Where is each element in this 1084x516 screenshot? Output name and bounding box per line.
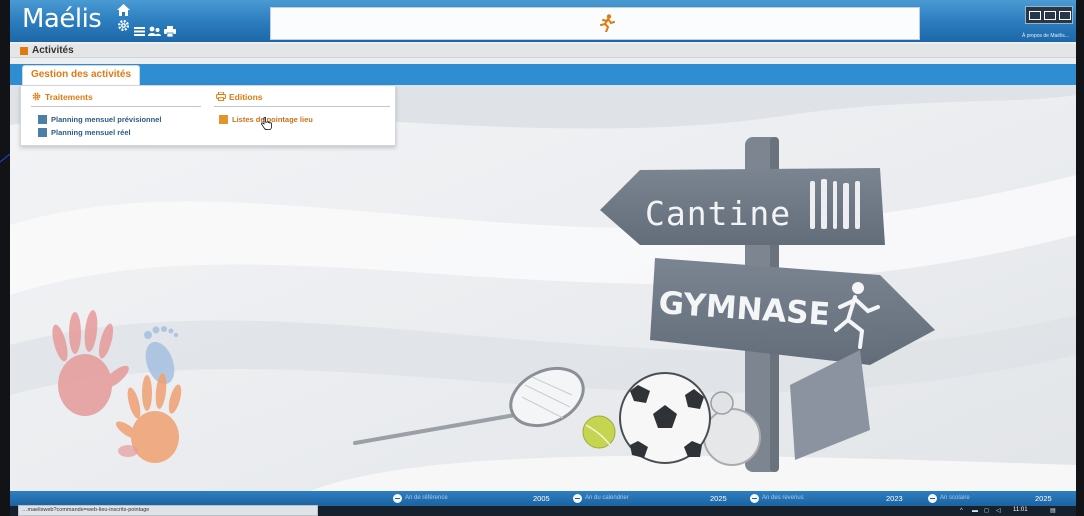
year-value[interactable]: 2025	[710, 493, 727, 504]
menu-item-planning-reel[interactable]: Planning mensuel réel	[51, 127, 131, 138]
gear-icon	[32, 92, 41, 101]
home-icon[interactable]	[117, 4, 130, 16]
printer-icon	[216, 92, 226, 101]
tennis-ball	[582, 415, 616, 449]
notification-icon[interactable]: ▤	[1050, 507, 1056, 515]
year-selector-icon[interactable]	[393, 494, 402, 503]
menu-section-divider	[31, 106, 201, 107]
menu-section-traitements: Traitements	[45, 92, 93, 102]
breadcrumb: Activités	[10, 44, 1076, 58]
menu-section-divider	[214, 106, 390, 107]
app-screen: Maélis À propos de Maélis... Activités G…	[10, 0, 1076, 516]
menu-icon[interactable]	[134, 27, 145, 36]
runner-icon[interactable]	[599, 14, 615, 32]
display-icon[interactable]: ◻	[984, 507, 989, 515]
year-selector-icon[interactable]	[928, 494, 937, 503]
window-icon[interactable]	[1059, 11, 1071, 20]
users-icon[interactable]	[148, 26, 161, 36]
year-value[interactable]: 2023	[886, 493, 903, 504]
window-icon[interactable]	[1029, 11, 1041, 20]
year-label: An de référence	[405, 495, 448, 501]
status-bar-url: …maelisweb?commande=web-lieu-inscrits-po…	[18, 505, 318, 516]
printer-icon[interactable]	[164, 26, 176, 37]
year-label: An du calendrier	[585, 495, 629, 501]
menu-item-icon	[38, 115, 47, 124]
tab-gestion-des-activites[interactable]: Gestion des activités	[22, 65, 140, 85]
menu-item-listes-pointage-lieu[interactable]: Listes de pointage lieu	[232, 114, 313, 125]
taskbar-clock[interactable]: 11:01	[1013, 506, 1028, 514]
small-ball	[710, 391, 734, 415]
menu-section-editions: Editions	[229, 92, 263, 102]
volume-icon[interactable]: ◁	[996, 507, 1001, 515]
page-title: Activités	[32, 45, 74, 56]
year-value[interactable]: 2025	[1035, 493, 1052, 504]
activities-dropdown-menu: Traitements Planning mensuel prévisionne…	[20, 85, 396, 146]
menu-item-planning-previsionnel[interactable]: Planning mensuel prévisionnel	[51, 114, 161, 125]
soccer-ball	[619, 372, 711, 464]
year-settings-bar: An de référence 2005 An du calendrier 20…	[10, 491, 1076, 506]
cantine-sign-label: Cantine	[645, 194, 791, 233]
menu-item-icon	[38, 128, 47, 137]
gear-icon[interactable]	[117, 19, 130, 32]
year-label: An scolaire	[940, 495, 970, 501]
year-selector-icon[interactable]	[573, 494, 582, 503]
header-center-panel	[270, 7, 920, 40]
menu-item-icon	[219, 115, 228, 124]
breadcrumb-marker-icon	[20, 47, 28, 55]
year-selector-icon[interactable]	[750, 494, 759, 503]
year-value[interactable]: 2005	[533, 493, 550, 504]
window-icon[interactable]	[1044, 11, 1056, 20]
network-icon[interactable]: ▬	[972, 507, 978, 515]
about-link[interactable]: À propos de Maélis...	[1022, 33, 1069, 39]
red-paint-smudge	[118, 445, 138, 457]
window-switcher[interactable]	[1025, 6, 1073, 24]
app-logo[interactable]: Maélis	[22, 4, 102, 34]
app-header: Maélis À propos de Maélis...	[10, 0, 1076, 42]
tab-bar	[10, 64, 1076, 85]
back-ball	[703, 408, 761, 466]
year-label: An des revenus	[762, 495, 804, 501]
hand-cursor-icon	[261, 117, 272, 130]
chevron-up-icon[interactable]: ^	[960, 507, 963, 515]
